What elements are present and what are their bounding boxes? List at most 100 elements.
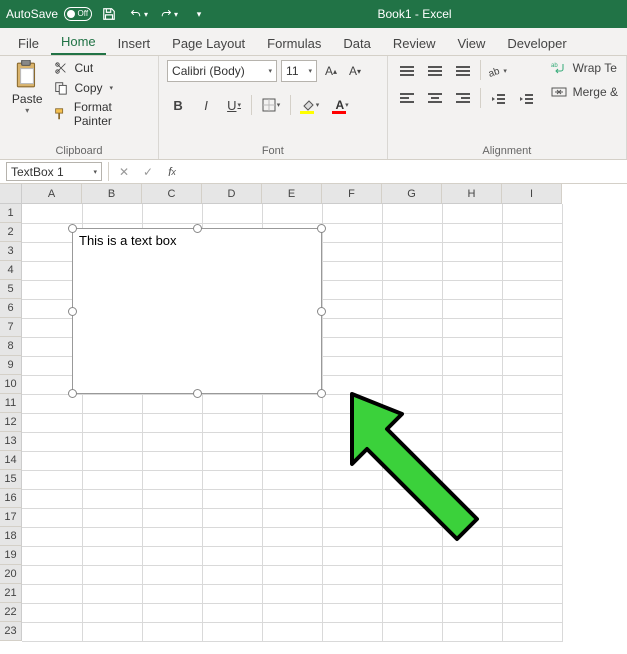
align-bottom-button[interactable]: [452, 60, 474, 82]
merge-center-button[interactable]: Merge &: [551, 84, 618, 100]
cancel-formula-button[interactable]: ✕: [115, 163, 133, 181]
cell[interactable]: [502, 299, 562, 318]
cell[interactable]: [382, 280, 442, 299]
cell[interactable]: [382, 470, 442, 489]
cell[interactable]: [322, 318, 382, 337]
cell[interactable]: [322, 470, 382, 489]
format-painter-button[interactable]: Format Painter: [53, 100, 151, 128]
cell[interactable]: [442, 394, 502, 413]
cell[interactable]: [262, 603, 322, 622]
cell[interactable]: [22, 451, 82, 470]
cell[interactable]: [202, 204, 262, 223]
row-header[interactable]: 14: [0, 451, 22, 470]
cell[interactable]: [262, 508, 322, 527]
cell[interactable]: [262, 622, 322, 641]
column-header[interactable]: G: [382, 184, 442, 204]
cell[interactable]: [502, 546, 562, 565]
cell[interactable]: [502, 356, 562, 375]
cell[interactable]: [262, 489, 322, 508]
cell[interactable]: [442, 242, 502, 261]
tab-developer[interactable]: Developer: [497, 30, 576, 55]
cell[interactable]: [502, 432, 562, 451]
cell[interactable]: [322, 299, 382, 318]
tab-page-layout[interactable]: Page Layout: [162, 30, 255, 55]
resize-handle-se[interactable]: [317, 389, 326, 398]
row-header[interactable]: 19: [0, 546, 22, 565]
cells-area[interactable]: This is a text box: [22, 204, 627, 642]
cell[interactable]: [322, 242, 382, 261]
cell[interactable]: [82, 489, 142, 508]
cell[interactable]: [382, 318, 442, 337]
resize-handle-nw[interactable]: [68, 224, 77, 233]
row-header[interactable]: 15: [0, 470, 22, 489]
row-header[interactable]: 4: [0, 261, 22, 280]
cell[interactable]: [202, 508, 262, 527]
cell[interactable]: [502, 603, 562, 622]
cell[interactable]: [442, 432, 502, 451]
align-middle-button[interactable]: [424, 60, 446, 82]
cell[interactable]: [82, 527, 142, 546]
cell[interactable]: [322, 451, 382, 470]
enter-formula-button[interactable]: ✓: [139, 163, 157, 181]
increase-indent-button[interactable]: [515, 88, 537, 110]
row-header[interactable]: 6: [0, 299, 22, 318]
cell[interactable]: [322, 546, 382, 565]
cell[interactable]: [442, 508, 502, 527]
row-header[interactable]: 22: [0, 603, 22, 622]
cell[interactable]: [322, 603, 382, 622]
cell[interactable]: [142, 603, 202, 622]
cell[interactable]: [442, 299, 502, 318]
cell[interactable]: [442, 375, 502, 394]
column-header[interactable]: D: [202, 184, 262, 204]
column-header[interactable]: I: [502, 184, 562, 204]
cell[interactable]: [322, 565, 382, 584]
row-header[interactable]: 2: [0, 223, 22, 242]
textbox-shape[interactable]: This is a text box: [72, 228, 322, 394]
cell[interactable]: [382, 546, 442, 565]
cell[interactable]: [322, 375, 382, 394]
row-header[interactable]: 5: [0, 280, 22, 299]
cell[interactable]: [262, 546, 322, 565]
cell[interactable]: [382, 584, 442, 603]
cell[interactable]: [442, 280, 502, 299]
cell[interactable]: [82, 565, 142, 584]
column-header[interactable]: F: [322, 184, 382, 204]
cell[interactable]: [22, 432, 82, 451]
column-header[interactable]: A: [22, 184, 82, 204]
row-header[interactable]: 9: [0, 356, 22, 375]
resize-handle-n[interactable]: [193, 224, 202, 233]
cell[interactable]: [82, 451, 142, 470]
align-left-button[interactable]: [396, 88, 418, 110]
cell[interactable]: [322, 489, 382, 508]
cell[interactable]: [262, 204, 322, 223]
cell[interactable]: [142, 565, 202, 584]
cell[interactable]: [202, 584, 262, 603]
cell[interactable]: [502, 584, 562, 603]
cell[interactable]: [502, 375, 562, 394]
save-icon[interactable]: [100, 5, 118, 23]
cell[interactable]: [22, 565, 82, 584]
cell[interactable]: [442, 470, 502, 489]
name-box[interactable]: TextBox 1 ▾: [6, 162, 102, 181]
cell[interactable]: [22, 470, 82, 489]
cell[interactable]: [382, 261, 442, 280]
row-header[interactable]: 1: [0, 204, 22, 223]
cell[interactable]: [442, 527, 502, 546]
cell[interactable]: [202, 527, 262, 546]
cell[interactable]: [82, 204, 142, 223]
increase-font-size-button[interactable]: A▴: [321, 60, 341, 82]
align-top-button[interactable]: [396, 60, 418, 82]
resize-handle-sw[interactable]: [68, 389, 77, 398]
cell[interactable]: [502, 451, 562, 470]
redo-button[interactable]: ▾: [160, 5, 178, 23]
cell[interactable]: [382, 603, 442, 622]
select-all-corner[interactable]: [0, 184, 22, 204]
cell[interactable]: [322, 413, 382, 432]
cell[interactable]: [502, 318, 562, 337]
cell[interactable]: [262, 470, 322, 489]
cell[interactable]: [322, 622, 382, 641]
row-header[interactable]: 23: [0, 622, 22, 641]
cell[interactable]: [22, 527, 82, 546]
row-header[interactable]: 17: [0, 508, 22, 527]
cell[interactable]: [502, 337, 562, 356]
